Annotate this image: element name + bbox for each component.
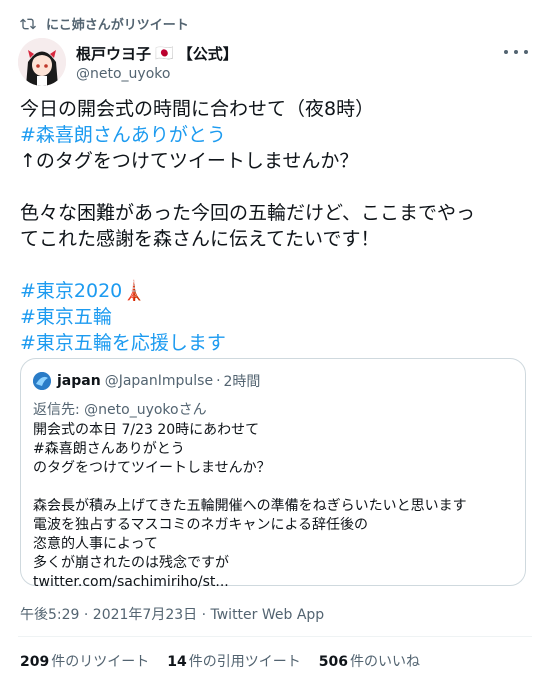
- quoted-line: 開会式の本日 7/23 20時にあわせて: [33, 422, 260, 438]
- quoted-line: 多くが崩されたのは残念ですが: [33, 555, 229, 571]
- likes-count: 506: [318, 654, 348, 670]
- japan-flag-icon: 🇯🇵: [155, 44, 174, 62]
- tweet-line: 色々な困難があった今回の五輪だけど、ここまでやっ: [20, 202, 476, 224]
- tokyo-tower-icon: 🗼: [122, 280, 146, 302]
- avatar-illustration-icon: [18, 38, 66, 86]
- quoted-line: のタグをつけてツイートしませんか？: [33, 460, 271, 476]
- tweet-line: てこれた感謝を森さんに伝えてたいです！: [20, 228, 380, 250]
- hashtag-link[interactable]: #東京五輪: [20, 304, 530, 330]
- retweet-banner-text: にこ姉さんがリツイート: [46, 18, 189, 33]
- quoted-author-name: japan: [57, 373, 101, 389]
- quoted-link[interactable]: twitter.com/sachimiriho/st...: [33, 573, 513, 592]
- tweet-text: 今日の開会式の時間に合わせて（夜8時） #森喜朗さんありがとう ↑のタグをつけて…: [20, 96, 530, 356]
- tweet-line: 今日の開会式の時間に合わせて（夜8時）: [20, 98, 375, 120]
- likes-label: 件のいいね: [349, 654, 420, 670]
- retweets-stat[interactable]: 209 件のリツイート: [20, 651, 149, 671]
- tweet-author[interactable]: 根戸ウヨ子 🇯🇵 【公式】 @neto_uyoko: [18, 38, 238, 86]
- retweets-label: 件のリツイート: [51, 654, 150, 670]
- quoted-avatar: [33, 372, 51, 390]
- likes-stat[interactable]: 506 件のいいね: [319, 651, 420, 671]
- hashtag-link[interactable]: #森喜朗さんありがとう: [20, 122, 530, 148]
- meta-separator: ·: [216, 373, 221, 389]
- tweet-line: ↑のタグをつけてツイートしませんか？: [20, 150, 359, 172]
- quoted-line: 電波を独占するマスコミのネガキャンによる辞任後の: [33, 517, 369, 533]
- retweet-icon: [20, 18, 36, 29]
- reply-to: 返信先: @neto_uyokoさん: [33, 402, 207, 418]
- author-badge: 【公式】: [177, 44, 238, 63]
- retweet-banner[interactable]: にこ姉さんがリツイート: [14, 14, 189, 33]
- quotes-label: 件の引用ツイート: [188, 654, 301, 670]
- author-name[interactable]: 根戸ウヨ子: [76, 43, 151, 64]
- quoted-line: 森会長が積み上げてきた五輪開催への準備をねぎらいたいと思います: [33, 498, 467, 514]
- divider: [18, 636, 532, 637]
- quoted-time: 2時間: [223, 374, 261, 390]
- author-handle[interactable]: @neto_uyoko: [76, 66, 238, 82]
- hashtag-link[interactable]: #東京五輪を応援します: [20, 330, 530, 356]
- quotes-stat[interactable]: 14 件の引用ツイート: [167, 651, 300, 671]
- quoted-author-handle: @JapanImpulse: [104, 373, 214, 389]
- more-options-icon[interactable]: [504, 44, 528, 60]
- retweets-count: 209: [20, 654, 50, 670]
- quoted-tweet[interactable]: japan @JapanImpulse · 2時間 返信先: @neto_uyo…: [20, 358, 526, 590]
- quoted-line: 恣意的人事によって: [33, 536, 158, 552]
- quotes-count: 14: [167, 654, 187, 670]
- tweet-timestamp[interactable]: 午後5:29 · 2021年7月23日 · Twitter Web App: [20, 604, 324, 624]
- quoted-text: 開会式の本日 7/23 20時にあわせて #森喜朗さんありがとう のタグをつけて…: [33, 421, 513, 592]
- tweet-stats: 209 件のリツイート 14 件の引用ツイート 506 件のいいね: [20, 651, 438, 671]
- globe-icon: [33, 372, 51, 390]
- avatar[interactable]: [18, 38, 66, 86]
- quoted-line: #森喜朗さんありがとう: [33, 441, 185, 457]
- hashtag-link[interactable]: #東京2020: [20, 280, 122, 302]
